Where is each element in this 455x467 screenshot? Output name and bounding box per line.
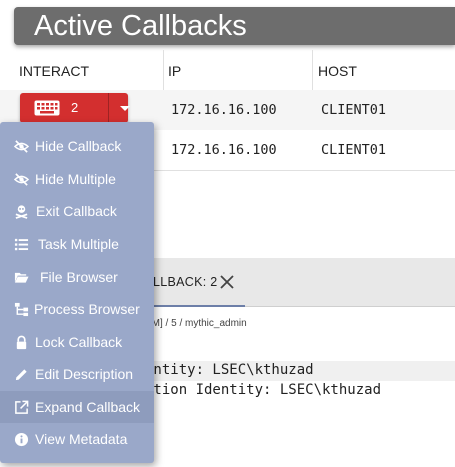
menu-item-label: Hide Callback xyxy=(35,138,122,154)
eye-slash-icon xyxy=(13,139,30,154)
ip-cell: 172.16.16.100 xyxy=(171,142,277,158)
caret-down-icon[interactable] xyxy=(116,99,134,122)
menu-item-label: Hide Multiple xyxy=(35,171,116,187)
menu-item-label: Lock Callback xyxy=(35,334,123,350)
lock-icon xyxy=(14,335,29,350)
button-divider xyxy=(108,93,109,123)
menu-item-hide-callback[interactable]: Hide Callback xyxy=(0,130,154,162)
callback-count: 2 xyxy=(71,100,79,115)
menu-item-label: Expand Callback xyxy=(35,399,141,415)
menu-item-task-multiple[interactable]: Task Multiple xyxy=(0,228,154,260)
column-divider xyxy=(163,50,164,90)
menu-item-label: Exit Callback xyxy=(36,203,117,219)
column-divider xyxy=(312,50,313,90)
column-header-host[interactable]: HOST xyxy=(318,63,357,79)
menu-item-label: Process Browser xyxy=(34,301,140,317)
column-header-ip[interactable]: IP xyxy=(168,63,181,79)
callbacks-table-header: INTERACT IP HOST xyxy=(0,50,455,91)
interact-button[interactable]: 2 xyxy=(20,93,130,123)
output-text: entity: LSEC\kthuzad xyxy=(145,362,314,378)
list-icon xyxy=(14,237,29,252)
column-header-interact[interactable]: INTERACT xyxy=(19,63,89,79)
menu-item-label: File Browser xyxy=(40,269,118,285)
callback-context-menu: Hide Callback Hide Multiple Exit Callbac… xyxy=(0,122,154,463)
task-metadata: PM] / 5 / mythic_admin xyxy=(145,318,247,329)
menu-item-edit-description[interactable]: Edit Description xyxy=(0,358,154,390)
menu-item-expand-callback[interactable]: Expand Callback xyxy=(0,391,154,423)
tab-label: LLBACK: 2 xyxy=(153,275,218,289)
sitemap-icon xyxy=(14,302,29,317)
menu-item-label: View Metadata xyxy=(35,431,128,447)
menu-item-lock-callback[interactable]: Lock Callback xyxy=(0,326,154,358)
pencil-icon xyxy=(14,367,29,382)
menu-item-label: Task Multiple xyxy=(38,236,119,252)
folder-open-icon xyxy=(14,270,29,285)
menu-item-label: Edit Description xyxy=(35,366,134,382)
open-in-new-icon xyxy=(14,400,29,415)
menu-item-view-metadata[interactable]: View Metadata xyxy=(0,423,154,455)
host-cell: CLIENT01 xyxy=(321,142,387,158)
skull-crossbones-icon xyxy=(14,204,29,219)
output-text: ation Identity: LSEC\kthuzad xyxy=(145,382,382,398)
eye-slash-icon xyxy=(13,172,30,187)
page-title: Active Callbacks xyxy=(34,10,247,42)
info-circle-icon xyxy=(14,432,29,447)
keyboard-icon xyxy=(34,100,60,121)
menu-item-hide-multiple[interactable]: Hide Multiple xyxy=(0,163,154,195)
page-header: Active Callbacks xyxy=(14,7,455,45)
menu-item-file-browser[interactable]: File Browser xyxy=(0,261,154,293)
menu-item-exit-callback[interactable]: Exit Callback xyxy=(0,195,154,227)
close-icon[interactable] xyxy=(219,274,235,295)
menu-item-process-browser[interactable]: Process Browser xyxy=(0,293,154,325)
host-cell: CLIENT01 xyxy=(321,102,387,118)
ip-cell: 172.16.16.100 xyxy=(171,102,277,118)
